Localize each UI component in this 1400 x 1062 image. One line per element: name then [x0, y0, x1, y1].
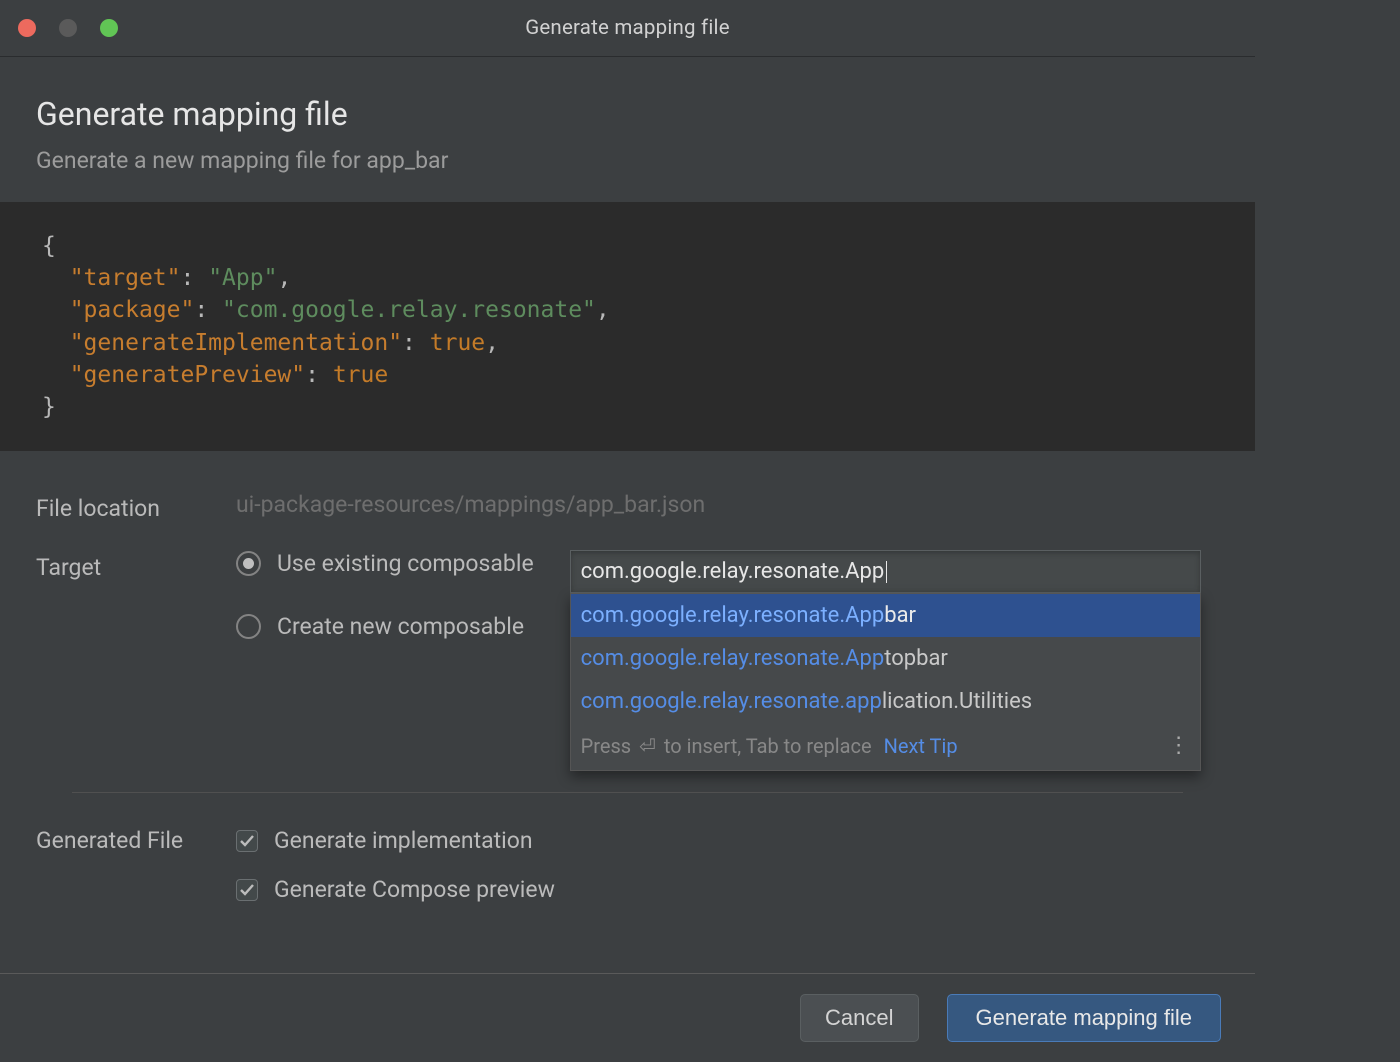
target-input[interactable]: com.google.relay.resonate.App [570, 550, 1201, 593]
text-caret-icon [886, 561, 887, 583]
enter-key-icon: ⏎ [639, 734, 656, 758]
page-subtitle: Generate a new mapping file for app_bar [36, 147, 1255, 174]
generate-button[interactable]: Generate mapping file [947, 994, 1221, 1042]
checkbox-preview-label: Generate Compose preview [274, 876, 555, 903]
titlebar: Generate mapping file [0, 0, 1255, 57]
autocomplete-item[interactable]: com.google.relay.resonate.Apptopbar [571, 637, 1200, 680]
autocomplete-item[interactable]: com.google.relay.resonate.Appbar [571, 594, 1200, 637]
generated-file-label: Generated File [36, 823, 236, 854]
radio-icon [236, 551, 261, 576]
target-input-value: com.google.relay.resonate.App [581, 559, 885, 584]
autocomplete-item[interactable]: com.google.relay.resonate.application.Ut… [571, 680, 1200, 723]
checkbox-icon [236, 830, 258, 852]
window-close-icon[interactable] [18, 19, 36, 37]
window-minimize-icon [59, 19, 77, 37]
file-location-label: File location [36, 491, 236, 522]
checkbox-impl-label: Generate implementation [274, 827, 533, 854]
section-separator [72, 792, 1183, 793]
autocomplete-popup: com.google.relay.resonate.Appbarcom.goog… [570, 593, 1201, 771]
cancel-button[interactable]: Cancel [800, 994, 918, 1042]
window-title: Generate mapping file [0, 16, 1255, 40]
next-tip-link[interactable]: Next Tip [884, 734, 958, 758]
window-zoom-icon[interactable] [100, 19, 118, 37]
radio-create-new-label: Create new composable [277, 613, 524, 640]
code-preview: { "target": "App", "package": "com.googl… [0, 202, 1255, 451]
checkbox-generate-implementation[interactable]: Generate implementation [236, 827, 1219, 854]
file-location-value: ui-package-resources/mappings/app_bar.js… [236, 491, 1219, 518]
more-options-icon[interactable]: ⋮ [1168, 733, 1190, 758]
suggestion-hint-2: to insert, Tab to replace [664, 734, 872, 758]
page-title: Generate mapping file [36, 95, 1255, 133]
radio-icon [236, 614, 261, 639]
target-label: Target [36, 550, 236, 581]
radio-use-existing-label: Use existing composable [277, 550, 534, 577]
radio-create-new[interactable]: Create new composable [236, 613, 534, 640]
checkbox-generate-preview[interactable]: Generate Compose preview [236, 876, 1219, 903]
checkbox-icon [236, 879, 258, 901]
suggestion-hint: Press [581, 734, 631, 758]
radio-use-existing[interactable]: Use existing composable [236, 550, 534, 577]
